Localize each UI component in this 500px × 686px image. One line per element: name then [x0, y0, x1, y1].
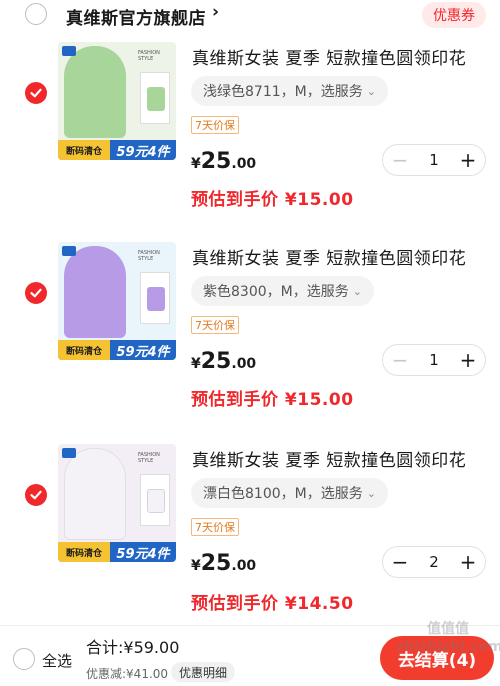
fashion-style-text: FASHION STYLE: [138, 452, 160, 464]
price-integer: 25: [200, 149, 232, 174]
promo-right-label: 59元4件: [116, 144, 170, 160]
discount-amount: 优惠减:¥41.00: [86, 667, 169, 681]
price: ¥25.00: [191, 349, 256, 374]
promo-strip: 断码清仓 59元4件: [58, 542, 176, 562]
coupon-button[interactable]: 优惠券: [422, 2, 486, 28]
sku-label: 漂白色8100，M，选服务: [203, 486, 363, 502]
item-checkbox-checked[interactable]: [25, 82, 47, 104]
chevron-down-icon: ⌄: [366, 84, 376, 98]
quantity-stepper: − 1 +: [382, 144, 486, 176]
brand-logo-icon: [62, 46, 76, 56]
side-preview: [140, 72, 170, 124]
price-currency: ¥: [191, 156, 201, 172]
plus-button[interactable]: +: [451, 547, 485, 577]
side-preview: [140, 272, 170, 324]
price-integer: 25: [200, 349, 232, 374]
promo-right-label: 59元4件: [116, 344, 170, 360]
minus-button[interactable]: −: [383, 145, 417, 175]
product-title[interactable]: 真维斯女装 夏季 短款撞色圆领印花: [192, 44, 466, 69]
product-image[interactable]: FASHION STYLE 断码清仓 59元4件: [58, 444, 176, 562]
chevron-down-icon: ⌄: [352, 284, 362, 298]
checkout-bar: 全选 合计:¥59.00 优惠减:¥41.00 优惠明细 去结算(4): [0, 625, 500, 686]
side-preview: [140, 474, 170, 526]
item-checkbox-checked[interactable]: [25, 484, 47, 506]
store-name[interactable]: 真维斯官方旗舰店: [66, 4, 206, 29]
quantity-value[interactable]: 1: [417, 151, 451, 169]
quantity-value[interactable]: 2: [417, 553, 451, 571]
price: ¥25.00: [191, 551, 256, 576]
chevron-down-icon: ⌄: [366, 486, 376, 500]
brand-logo-icon: [62, 246, 76, 256]
promo-left-label: 断码清仓: [58, 140, 110, 160]
product-image[interactable]: FASHION STYLE 断码清仓 59元4件: [58, 42, 176, 160]
sku-selector[interactable]: 紫色8300，M，选服务 ⌄: [191, 276, 374, 306]
plus-button[interactable]: +: [451, 145, 485, 175]
promo-strip: 断码清仓 59元4件: [58, 140, 176, 160]
select-all-label[interactable]: 全选: [42, 650, 72, 671]
estimated-price: 预估到手价 ¥14.50: [191, 594, 354, 614]
checkout-button[interactable]: 去结算(4): [380, 636, 494, 680]
plus-button[interactable]: +: [451, 345, 485, 375]
quantity-value[interactable]: 1: [417, 351, 451, 369]
sku-selector[interactable]: 浅绿色8711，M，选服务 ⌄: [191, 76, 388, 106]
fashion-style-text: FASHION STYLE: [138, 50, 160, 62]
estimated-price: 预估到手价 ¥15.00: [191, 190, 354, 210]
price-decimal: .00: [231, 156, 257, 172]
promo-left-label: 断码清仓: [58, 542, 110, 562]
price-protect-tag: 7天价保: [191, 316, 239, 334]
chevron-right-icon[interactable]: ›: [212, 2, 219, 22]
price-protect-tag: 7天价保: [191, 518, 239, 536]
discount-detail-button[interactable]: 优惠明细: [171, 662, 236, 682]
check-icon: [30, 288, 42, 298]
price: ¥25.00: [191, 149, 256, 174]
select-all-checkbox[interactable]: [13, 648, 35, 670]
cart-item: FASHION STYLE 断码清仓 59元4件 真维斯女装 夏季 短款撞色圆领…: [0, 440, 500, 630]
promo-strip: 断码清仓 59元4件: [58, 340, 176, 360]
promo-left-label: 断码清仓: [58, 340, 110, 360]
estimated-price: 预估到手价 ¥15.00: [191, 390, 354, 410]
product-title[interactable]: 真维斯女装 夏季 短款撞色圆领印花: [192, 446, 466, 471]
minus-button[interactable]: −: [383, 345, 417, 375]
price-currency: ¥: [191, 356, 201, 372]
cart-item: FASHION STYLE 断码清仓 59元4件 真维斯女装 夏季 短款撞色圆领…: [0, 238, 500, 428]
price-decimal: .00: [231, 356, 257, 372]
item-checkbox-checked[interactable]: [25, 282, 47, 304]
cart-item: FASHION STYLE 断码清仓 59元4件 真维斯女装 夏季 短款撞色圆领…: [0, 38, 500, 228]
model-figure: [64, 246, 126, 338]
sku-label: 浅绿色8711，M，选服务: [203, 84, 363, 100]
check-icon: [30, 490, 42, 500]
price-protect-tag: 7天价保: [191, 116, 239, 134]
minus-button[interactable]: −: [383, 547, 417, 577]
model-figure: [64, 448, 126, 540]
promo-right-label: 59元4件: [116, 546, 170, 562]
model-figure: [64, 46, 126, 138]
fashion-style-text: FASHION STYLE: [138, 250, 160, 262]
quantity-stepper: − 1 +: [382, 344, 486, 376]
store-header: 真维斯官方旗舰店 › 优惠券: [0, 0, 500, 30]
check-icon: [30, 88, 42, 98]
product-title[interactable]: 真维斯女装 夏季 短款撞色圆领印花: [192, 244, 466, 269]
total-amount: 合计:¥59.00: [86, 638, 180, 657]
product-image[interactable]: FASHION STYLE 断码清仓 59元4件: [58, 242, 176, 360]
sku-label: 紫色8300，M，选服务: [203, 284, 349, 300]
sku-selector[interactable]: 漂白色8100，M，选服务 ⌄: [191, 478, 388, 508]
store-select-checkbox[interactable]: [25, 3, 47, 25]
quantity-stepper: − 2 +: [382, 546, 486, 578]
brand-logo-icon: [62, 448, 76, 458]
price-decimal: .00: [231, 558, 257, 574]
price-integer: 25: [200, 551, 232, 576]
price-currency: ¥: [191, 558, 201, 574]
